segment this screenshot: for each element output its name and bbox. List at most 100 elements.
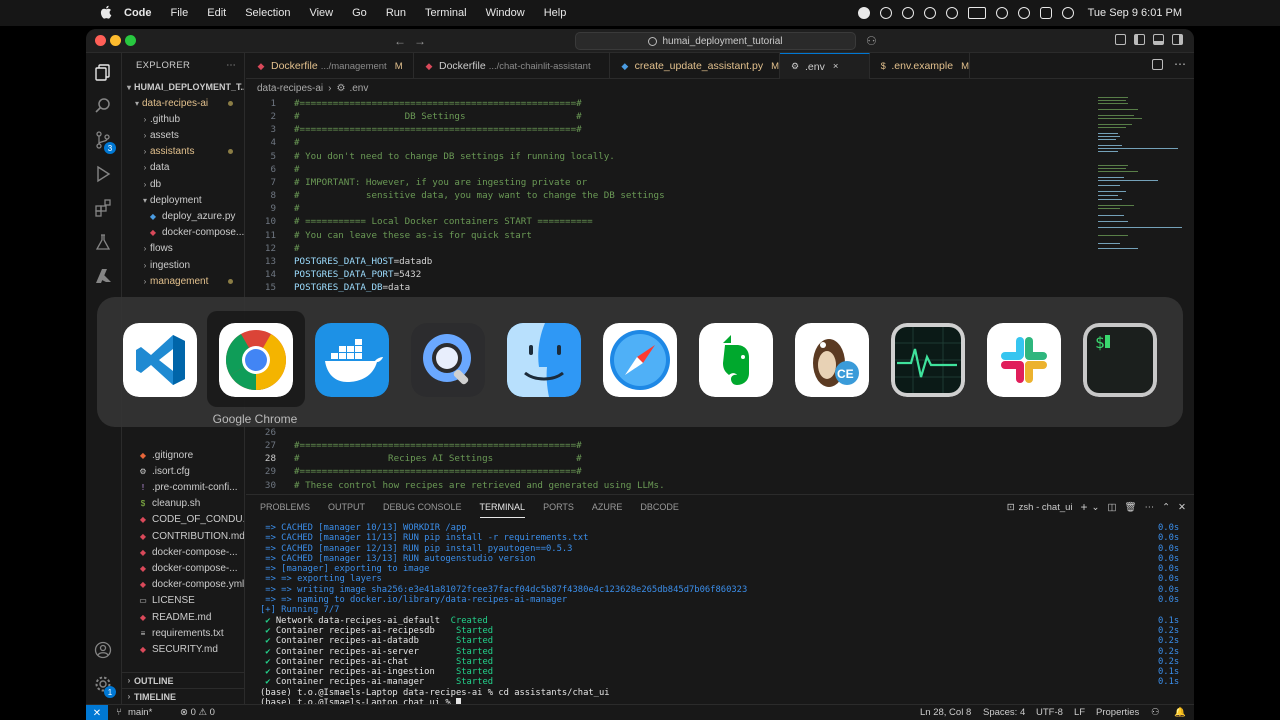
panel-tab[interactable]: DEBUG CONSOLE — [383, 502, 462, 512]
menu-terminal[interactable]: Terminal — [425, 7, 467, 19]
chat-icon[interactable] — [901, 7, 914, 19]
run-debug-icon[interactable] — [94, 165, 112, 183]
file-tree-item[interactable]: ◆ CONTRIBUTION.md — [122, 528, 244, 544]
file-tree-item[interactable]: ▾ data-recipes-ai — [122, 95, 244, 111]
code-editor[interactable]: 1 #======================================… — [246, 95, 1096, 495]
maximize-panel-icon[interactable]: ⌃ — [1162, 502, 1170, 513]
close-window-button[interactable] — [95, 35, 106, 46]
activity-monitor-app-icon[interactable] — [891, 323, 965, 397]
file-tree-item[interactable]: › ingestion — [122, 257, 244, 273]
panel-tab[interactable]: AZURE — [592, 502, 623, 512]
git-branch[interactable]: main* — [128, 707, 152, 718]
file-tree-item[interactable]: ◆ SECURITY.md — [122, 641, 244, 657]
explorer-icon[interactable] — [94, 63, 112, 81]
panel-tab[interactable]: PORTS — [543, 502, 574, 512]
copilot-status-icon[interactable]: ⚇ — [1151, 707, 1160, 718]
battery-icon[interactable] — [967, 7, 986, 19]
chevron-down-icon[interactable]: ⌄ — [1092, 502, 1100, 513]
testing-icon[interactable] — [94, 233, 112, 251]
menu-file[interactable]: File — [171, 7, 189, 19]
control-center-icon[interactable] — [1039, 7, 1052, 19]
command-center-search[interactable]: humai_deployment_tutorial — [575, 32, 856, 50]
finder-app-icon[interactable] — [507, 323, 581, 397]
record-icon[interactable] — [857, 7, 870, 19]
menu-go[interactable]: Go — [352, 7, 367, 19]
file-tree-item[interactable]: ▾ deployment — [122, 192, 244, 208]
toggle-sidebar-icon[interactable] — [1134, 34, 1145, 45]
docker-app-icon[interactable] — [315, 323, 389, 397]
menu-help[interactable]: Help — [544, 7, 567, 19]
minimize-window-button[interactable] — [110, 35, 121, 46]
file-tree-item[interactable]: ◆ deploy_azure.py — [122, 208, 244, 224]
outline-section[interactable]: › OUTLINE — [122, 672, 244, 688]
close-panel-icon[interactable]: ✕ — [1178, 502, 1186, 513]
workspace-root[interactable]: ▾ HUMAI_DEPLOYMENT_T... — [122, 79, 244, 95]
indentation[interactable]: Spaces: 4 — [983, 707, 1025, 718]
panel-tab[interactable]: OUTPUT — [328, 502, 365, 512]
close-tab-icon[interactable]: × — [833, 61, 839, 72]
quicktime-app-icon[interactable] — [411, 323, 485, 397]
cloud-icon[interactable] — [923, 7, 936, 19]
file-tree-item[interactable]: › assistants — [122, 144, 244, 160]
panel-tab[interactable]: TERMINAL — [479, 502, 525, 518]
file-tree-item[interactable]: ◆ .gitignore — [122, 447, 244, 463]
account-icon[interactable] — [94, 641, 112, 659]
search-icon[interactable] — [1017, 7, 1030, 19]
file-tree-item[interactable]: ≡ requirements.txt — [122, 625, 244, 641]
evernote-app-icon[interactable] — [699, 323, 773, 397]
customize-layout-icon[interactable] — [1115, 34, 1126, 45]
file-tree-item[interactable]: ⚙ .isort.cfg — [122, 463, 244, 479]
more-actions-icon[interactable]: ⋯ — [1174, 57, 1186, 71]
glasses-icon[interactable] — [879, 7, 892, 19]
extensions-icon[interactable] — [94, 199, 112, 217]
language-mode[interactable]: Properties — [1096, 707, 1139, 718]
file-tree-item[interactable]: ▭ LICENSE — [122, 593, 244, 609]
menu-selection[interactable]: Selection — [245, 7, 290, 19]
search-icon[interactable] — [94, 97, 112, 115]
menu-app-name[interactable]: Code — [124, 7, 152, 19]
menu-run[interactable]: Run — [386, 7, 406, 19]
file-tree-item[interactable]: $ cleanup.sh — [122, 496, 244, 512]
notifications-icon[interactable]: 🔔 — [1174, 707, 1186, 718]
more-actions-icon[interactable]: ⋯ — [226, 60, 236, 71]
file-tree-item[interactable]: ◆ docker-compose-... — [122, 560, 244, 576]
more-actions-icon[interactable]: ⋯ — [1145, 502, 1155, 513]
file-tree-item[interactable]: › .github — [122, 111, 244, 127]
play-icon[interactable] — [945, 7, 958, 19]
new-terminal-icon[interactable]: + — [1081, 500, 1088, 514]
file-tree-item[interactable]: ◆ docker-compose... — [122, 225, 244, 241]
maximize-window-button[interactable] — [125, 35, 136, 46]
toggle-panel-icon[interactable] — [1153, 34, 1164, 45]
panel-tab[interactable]: PROBLEMS — [260, 502, 310, 512]
file-tree-item[interactable]: › management — [122, 273, 244, 289]
azure-icon[interactable] — [94, 267, 112, 285]
menu-clock[interactable]: Tue Sep 9 6:01 PM — [1088, 7, 1182, 19]
timeline-section[interactable]: › TIMELINE — [122, 688, 244, 704]
panel-tab[interactable]: DBCODE — [640, 502, 679, 512]
editor-tab[interactable]: ◆ Dockerfile .../chat-chainlit-assistant — [414, 53, 610, 79]
file-tree-item[interactable]: ◆ CODE_OF_CONDU... — [122, 512, 244, 528]
dbeaver-app-icon[interactable] — [795, 323, 869, 397]
editor-tab[interactable]: ◆ Dockerfile .../management M — [246, 53, 414, 79]
file-tree-item[interactable]: ◆ README.md — [122, 609, 244, 625]
terminal-output[interactable]: => CACHED [manager 10/13] WORKDIR /app 0.… — [260, 523, 1180, 708]
slack-app-icon[interactable] — [987, 323, 1061, 397]
siri-icon[interactable] — [1061, 7, 1074, 19]
back-arrow-icon[interactable]: ← — [394, 34, 406, 48]
breadcrumb-folder[interactable]: data-recipes-ai — [257, 83, 323, 94]
file-tree-item[interactable]: › data — [122, 160, 244, 176]
forward-arrow-icon[interactable]: → — [414, 34, 426, 48]
chrome-app-icon[interactable] — [219, 323, 293, 397]
encoding[interactable]: UTF-8 — [1036, 707, 1063, 718]
file-tree-item[interactable]: ! .pre-commit-confi... — [122, 479, 244, 495]
file-tree-item[interactable]: ◆ docker-compose.yml — [122, 577, 244, 593]
file-tree-item[interactable]: › flows — [122, 241, 244, 257]
split-terminal-icon[interactable]: ◫ — [1108, 502, 1117, 513]
remote-indicator-icon[interactable]: ✕ — [86, 705, 108, 720]
toggle-secondary-sidebar-icon[interactable] — [1172, 34, 1183, 45]
end-of-line[interactable]: LF — [1074, 707, 1085, 718]
minimap[interactable] — [1096, 95, 1184, 255]
copilot-icon[interactable]: ⚇ — [866, 34, 877, 48]
file-tree-item[interactable]: › assets — [122, 127, 244, 143]
menu-window[interactable]: Window — [486, 7, 525, 19]
